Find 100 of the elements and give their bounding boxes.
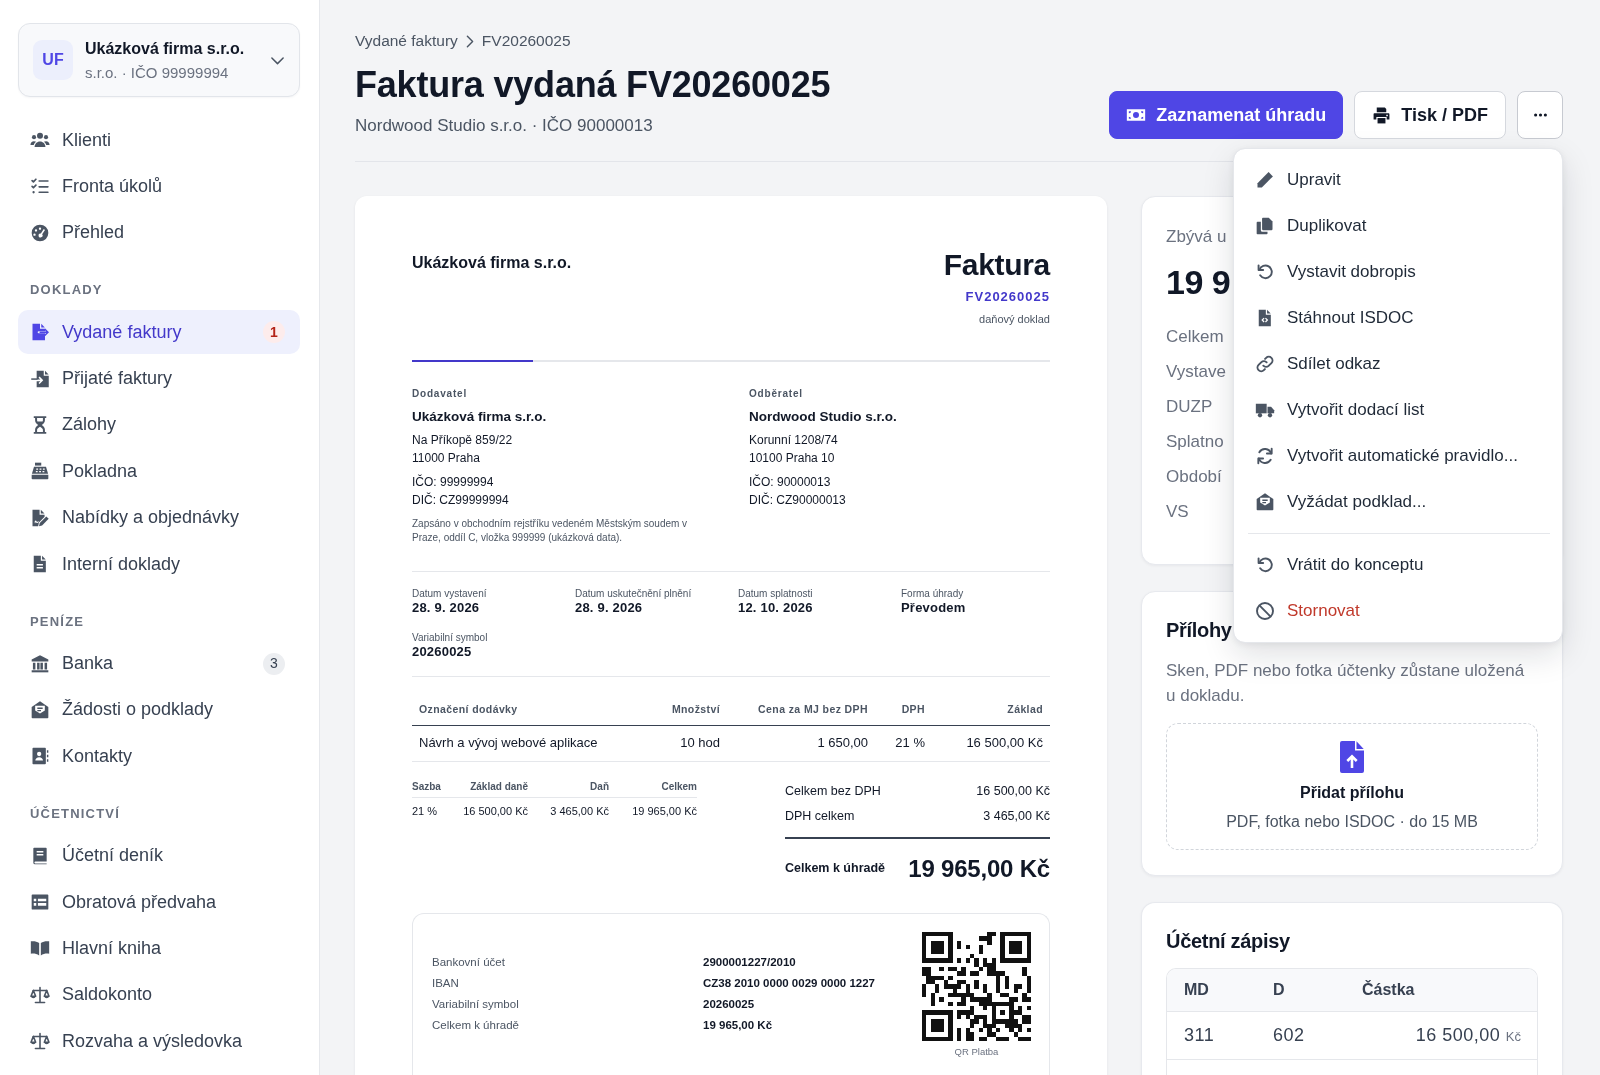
address-line: Korunní 1208/74: [749, 433, 838, 447]
section-heading: DOKLADY: [30, 282, 103, 299]
document-title: Faktura: [943, 248, 1050, 282]
sidebar-item[interactable]: Saldokonto: [18, 972, 300, 1017]
breadcrumb-link[interactable]: Vydané faktury: [355, 32, 458, 50]
table-cell: 16 500,00 Kč: [455, 797, 528, 819]
sidebar-item[interactable]: Kontakty: [18, 734, 300, 779]
menu-item[interactable]: Vytvořit dodací list: [1234, 387, 1562, 433]
workspace-name: Ukázková firma s.r.o.: [85, 39, 245, 57]
sidebar-item[interactable]: Přijaté faktury: [18, 356, 300, 401]
table-header-cell: Celkem: [609, 778, 697, 797]
users-icon: [30, 130, 50, 150]
address-line: 11000 Praha: [412, 451, 480, 465]
summary-label: Vystave: [1166, 362, 1226, 381]
menu-item[interactable]: Duplikovat: [1234, 203, 1562, 249]
table-header-cell: Cena za MJ bez DPH: [727, 695, 875, 725]
ban-icon: [1255, 601, 1275, 621]
section-heading: PENÍZE: [30, 613, 85, 630]
file-export-icon: [30, 322, 50, 343]
payment-label: Bankovní účet: [432, 955, 505, 971]
menu-item[interactable]: Sdílet odkaz: [1234, 341, 1562, 387]
table-cell: 21 %: [875, 725, 932, 761]
sidebar-item[interactable]: Hlavní kniha: [18, 926, 300, 971]
workspace-switcher[interactable]: UF Ukázková firma s.r.o. s.r.o. · IČO 99999994: [18, 23, 300, 97]
table-cell: 10 hod: [640, 725, 727, 761]
table-header-cell: Označení dodávky: [412, 695, 640, 725]
register-note: Zapsáno v obchodním rejstříku vedeném Městským soudem v Praze, oddíl C, vložka 999999 (ukázková data).: [412, 517, 689, 545]
payment-label: Variabilní symbol: [432, 997, 519, 1013]
table-header-cell: Množství: [640, 695, 727, 725]
sidebar-item[interactable]: Obratová předvaha: [18, 880, 300, 925]
address-line: 10100 Praha 10: [749, 451, 835, 465]
workspace-detail: s.r.o. · IČO 99999994: [85, 63, 229, 81]
address-line: Na Příkopě 859/22: [412, 433, 513, 447]
tax-id-line: DIČ: CZ90000013: [749, 493, 846, 507]
envelope-open-icon: [30, 699, 50, 720]
book-icon: [30, 845, 50, 866]
field-value: 28. 9. 2026: [575, 600, 643, 615]
sidebar-item[interactable]: Zálohy: [18, 402, 300, 447]
table-cell: 1 650,00: [727, 725, 875, 761]
more-button[interactable]: [1517, 91, 1563, 139]
sidebar-item[interactable]: Banka 3: [18, 641, 300, 686]
summary-label: Splatno: [1166, 432, 1224, 451]
payment-value: 19 965,00 Kč: [703, 1018, 773, 1034]
workspace-avatar: UF: [33, 40, 73, 80]
print-button[interactable]: Tisk / PDF: [1354, 91, 1506, 139]
count-badge: 1: [263, 321, 285, 344]
breadcrumb-current: FV20260025: [481, 32, 571, 50]
payment-value: CZ38 2010 0000 0029 0000 1227: [703, 976, 875, 992]
page-title: Faktura vydaná FV20260025: [355, 64, 831, 105]
sidebar-item[interactable]: Pokladna: [18, 449, 300, 494]
sidebar-item[interactable]: Žádosti o podklady: [18, 687, 300, 732]
field-value: 20260025: [412, 644, 472, 659]
tax-id-line: DIČ: CZ99999994: [412, 493, 509, 507]
menu-item[interactable]: Vrátit do konceptu: [1234, 542, 1562, 588]
party-name: Nordwood Studio s.r.o.: [749, 409, 897, 424]
sidebar-item[interactable]: Klienti: [18, 118, 300, 162]
record-payment-button[interactable]: Zaznamenat úhradu: [1109, 91, 1344, 139]
party-name: Ukázková firma s.r.o.: [412, 409, 547, 424]
table-cell: 3 465,00 Kč: [528, 797, 609, 819]
payment-value: 2900001227/2010: [703, 955, 796, 971]
cash-register-icon: [30, 461, 50, 482]
link-icon: [1255, 354, 1275, 374]
menu-item[interactable]: Vytvořit automatické pravidlo...: [1234, 433, 1562, 479]
sidebar-item[interactable]: Fronta úkolů: [18, 164, 300, 209]
issuer-name: Ukázková firma s.r.o.: [412, 253, 572, 273]
sidebar-item[interactable]: Interní doklady: [18, 542, 300, 587]
sidebar-item[interactable]: Vydané faktury 1: [18, 310, 300, 355]
table-header-cell: Sazba: [412, 778, 455, 797]
bank-icon: [30, 653, 50, 674]
sidebar-item[interactable]: Přehled: [18, 210, 300, 255]
table-header-cell: DPH: [875, 695, 932, 725]
field-label: Datum splatnosti: [738, 588, 813, 599]
menu-item[interactable]: Vystavit dobropis: [1234, 249, 1562, 295]
payment-value: 20260025: [703, 997, 755, 1013]
menu-item[interactable]: Vyžádat podklad...: [1234, 479, 1562, 525]
menu-item[interactable]: Stáhnout ISDOC: [1234, 295, 1562, 341]
upload-dropzone[interactable]: Přidat přílohu PDF, fotka nebo ISDOC · do 15 MB: [1166, 723, 1538, 850]
chevron-right-icon: [465, 34, 474, 48]
printer-icon: [1372, 105, 1392, 125]
page-subtitle: Nordwood Studio s.r.o. · IČO 90000013: [355, 116, 653, 135]
total-label: DPH celkem: [785, 807, 855, 825]
table-cell: 16 500,00 Kč: [1415, 1025, 1521, 1045]
menu-item[interactable]: Stornovat: [1234, 588, 1562, 634]
menu-item[interactable]: Upravit: [1234, 157, 1562, 203]
summary-label: Celkem: [1166, 327, 1224, 346]
undo-icon: [1255, 262, 1275, 282]
remaining-amount: 19 9: [1166, 263, 1231, 301]
table-cell: 21 %: [412, 797, 455, 819]
table-header-cell-text: MD: [1184, 980, 1209, 1000]
invoice-number: FV20260025: [964, 288, 1050, 306]
sidebar-item[interactable]: Rozvaha a výsledovka: [18, 1019, 300, 1064]
field-label: Datum uskutečnění plnění: [575, 588, 692, 599]
document-type: daňový doklad: [978, 312, 1050, 326]
party-label: Odběratel: [749, 388, 803, 399]
sidebar-item[interactable]: Účetní deník: [18, 833, 300, 878]
sidebar-item[interactable]: Nabídky a objednávky: [18, 495, 300, 540]
grand-total-value: 19 965,00 Kč: [908, 853, 1050, 884]
copy-icon: [1255, 216, 1275, 236]
count-badge: 3: [263, 652, 285, 675]
pencil-icon: [1255, 170, 1275, 190]
